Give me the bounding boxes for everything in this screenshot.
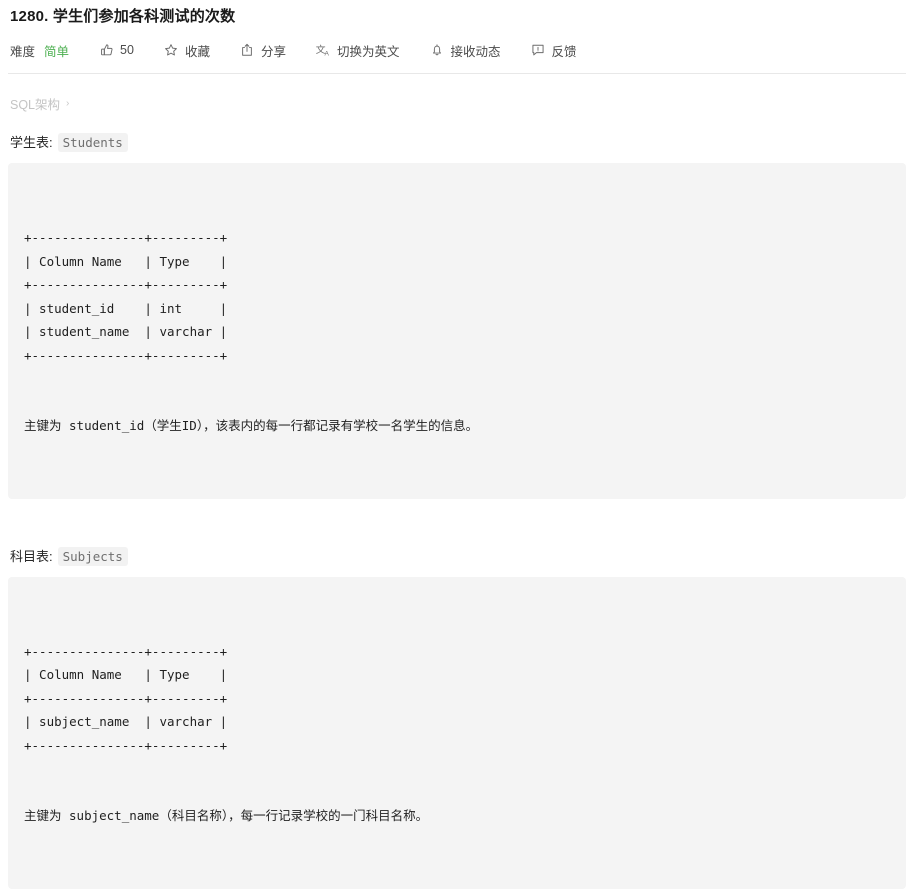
feedback-icon: [531, 43, 546, 58]
chevron-right-icon: ›: [66, 98, 70, 109]
translate-icon: 文 A: [316, 43, 331, 58]
title-row: 1280. 学生们参加各科测试的次数: [8, 0, 906, 28]
table-caption-subjects: 主键为 subject_name（科目名称），每一行记录学校的一门科目名称。: [24, 808, 429, 823]
subscribe-button[interactable]: 接收动态: [429, 41, 501, 60]
problem-page: 1280. 学生们参加各科测试的次数 难度 简单 50 收藏 分享 文 A 切换…: [0, 0, 914, 889]
breadcrumb[interactable]: SQL架构 ›: [8, 94, 906, 113]
thumbs-up-icon: [99, 43, 114, 58]
ascii-table-subjects: +---------------+---------+ | Column Nam…: [24, 643, 228, 753]
action-toolbar: 难度 简单 50 收藏 分享 文 A 切换为英文 接收动态 反馈: [8, 35, 906, 65]
table-heading-label: 科目表:: [10, 548, 53, 564]
table-name-chip: Students: [57, 133, 128, 152]
translate-label: 切换为英文: [336, 44, 400, 59]
toolbar-divider: [8, 73, 906, 74]
table-heading-students: 学生表: Students: [8, 132, 906, 152]
difficulty-value: 简单: [44, 44, 70, 59]
share-icon: [240, 43, 255, 58]
ascii-table-students: +---------------+---------+ | Column Nam…: [24, 230, 228, 363]
subscribe-label: 接收动态: [450, 44, 501, 59]
bell-icon: [429, 43, 444, 58]
favorite-label: 收藏: [184, 44, 210, 59]
breadcrumb-root[interactable]: SQL架构: [10, 94, 60, 113]
feedback-label: 反馈: [551, 44, 577, 59]
like-button[interactable]: 50: [99, 43, 134, 58]
share-button[interactable]: 分享: [240, 41, 286, 60]
star-icon: [164, 43, 179, 58]
schema-code-block-subjects: +---------------+---------+ | Column Nam…: [8, 576, 906, 889]
page-title: 1280. 学生们参加各科测试的次数: [10, 8, 236, 25]
favorite-button[interactable]: 收藏: [164, 41, 210, 60]
table-caption-students: 主键为 student_id（学生ID），该表内的每一行都记录有学校一名学生的信…: [24, 418, 479, 433]
schema-code-block-students: +---------------+---------+ | Column Nam…: [8, 163, 906, 499]
difficulty-label: 难度: [10, 44, 36, 59]
like-count: 50: [120, 43, 134, 57]
table-heading-label: 学生表:: [10, 135, 53, 150]
translate-button[interactable]: 文 A 切换为英文: [316, 41, 400, 60]
table-heading-subjects: 科目表: Subjects: [8, 546, 906, 566]
svg-text:A: A: [325, 50, 330, 57]
difficulty-indicator: 难度 简单: [10, 41, 69, 60]
share-label: 分享: [260, 44, 286, 59]
table-name-chip: Subjects: [57, 546, 128, 566]
feedback-button[interactable]: 反馈: [531, 41, 577, 60]
